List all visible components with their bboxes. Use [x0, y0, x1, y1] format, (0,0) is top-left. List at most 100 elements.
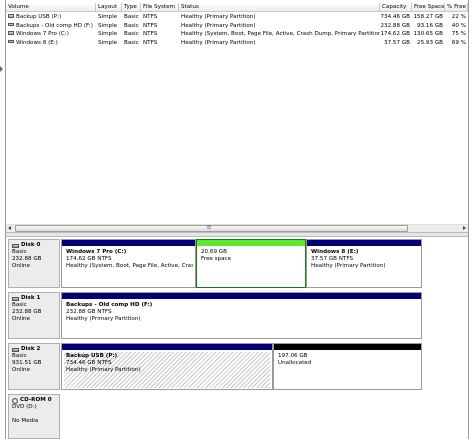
disk-name: Disk 2 [21, 346, 41, 352]
partition-name: Windows 7 Pro (C:) [66, 249, 127, 255]
column-header-volume[interactable]: Volume [6, 3, 96, 12]
partition-size: 37.57 GB NTFS [311, 256, 354, 262]
volume-status: Healthy (Primary Partition) [181, 22, 256, 29]
volume-layout: Simple [98, 39, 118, 46]
table-row[interactable]: Backup USB (P:) Simple Basic NTFS Health… [6, 13, 468, 22]
partition-bar [62, 344, 272, 350]
partition-status: Healthy (System, Boot, Page File, Active… [66, 263, 193, 269]
volume-name: Windows 7 Pro (C:) [16, 31, 69, 37]
volume-fs: NTFS [143, 22, 158, 29]
table-row[interactable]: Windows 8 (E:) Simple Basic NTFS Healthy… [6, 39, 468, 48]
drive-icon [8, 39, 14, 44]
column-header-file-system[interactable]: File System [141, 3, 179, 12]
volume-layout: Simple [98, 22, 118, 29]
partition-bar [197, 240, 305, 246]
volume-layout: Simple [98, 14, 118, 20]
disk-1-label[interactable]: Disk 1 Basic 232.88 GB Online [8, 292, 60, 339]
scroll-left-icon[interactable] [6, 225, 14, 232]
column-header-type[interactable]: Type [122, 3, 141, 12]
volume-type: Basic [124, 14, 139, 20]
partition-status: Healthy (Primary Partition) [311, 263, 386, 269]
cd-icon [12, 397, 18, 404]
volume-list-header: Volume Layout Type File System Status Ca… [6, 3, 468, 12]
disk-2-label[interactable]: Disk 2 Basic 931.51 GB Online [8, 343, 60, 390]
volume-type: Basic [124, 22, 139, 29]
column-header-capacity[interactable]: Capacity [380, 3, 412, 12]
partition-windows-7-pro[interactable]: Windows 7 Pro (C:) 174.62 GB NTFS Health… [61, 239, 196, 288]
partition-free-space[interactable]: 20.69 GB Free space [196, 239, 306, 288]
disk-graphical-view: Disk 0 Basic 232.88 GB Online Windows 7 … [6, 237, 468, 439]
disk-status: Online [12, 367, 31, 373]
scrollbar-thumb[interactable] [15, 223, 408, 232]
disk-size: 232.88 GB [12, 256, 42, 262]
disk-status: No Media [12, 418, 39, 424]
partition-status: Free space [201, 256, 232, 262]
disk-icon [12, 347, 19, 352]
drive-icon [8, 31, 14, 35]
volume-free-space: 130.65 GB [413, 31, 443, 37]
volume-free-space: 158.27 GB [413, 14, 443, 20]
disk-status: Online [12, 263, 31, 269]
drive-icon [8, 22, 14, 27]
partition-bar [274, 344, 421, 350]
cdrom-0-label[interactable]: CD-ROM 0 DVD (D:) No Media [8, 394, 60, 439]
partition-size: 734.46 GB NTFS [66, 360, 112, 366]
partition-bar [62, 240, 195, 246]
volume-percent-free: 69 % [451, 39, 466, 46]
partition-status: Unallocated [278, 360, 312, 366]
disk-type: Basic [12, 249, 27, 255]
volume-capacity: 232.88 GB [380, 22, 410, 29]
volume-free-space: 93.16 GB [417, 22, 443, 29]
volume-name: Backups - Old comp HD (F:) [16, 22, 93, 29]
disk-size: 232.88 GB [12, 309, 42, 315]
partition-name: Backup USB (P:) [66, 353, 118, 359]
column-header-percent-free[interactable]: % Free [445, 3, 468, 12]
partition-size: 174.62 GB NTFS [66, 256, 112, 262]
horizontal-scrollbar[interactable] [6, 223, 468, 232]
table-row[interactable]: Windows 7 Pro (C:) Simple Basic NTFS Hea… [6, 30, 468, 39]
volume-fs: NTFS [143, 14, 158, 20]
partition-backups-old-comp-hd[interactable]: Backups - Old comp HD (F:) 232.88 GB NTF… [61, 292, 422, 339]
disk-name: Disk 0 [21, 242, 41, 248]
partition-windows-8[interactable]: Windows 8 (E:) 37.57 GB NTFS Healthy (Pr… [306, 239, 422, 288]
volume-percent-free: 75 % [451, 31, 466, 37]
volume-fs: NTFS [143, 31, 158, 37]
partition-status: Healthy (Primary Partition) [66, 316, 141, 322]
collapse-arrow-icon[interactable] [0, 63, 5, 75]
disk-name: Disk 1 [21, 295, 41, 301]
disk-size: 931.51 GB [12, 360, 42, 366]
partition-bar [307, 240, 421, 246]
column-header-layout[interactable]: Layout [96, 3, 122, 12]
table-row[interactable]: Backups - Old comp HD (F:) Simple Basic … [6, 22, 468, 31]
volume-name: Backup USB (P:) [16, 14, 62, 20]
disk-0-label[interactable]: Disk 0 Basic 232.88 GB Online [8, 239, 60, 288]
partition-status: Healthy (Primary Partition) [66, 367, 141, 373]
volume-percent-free: 22 % [451, 14, 466, 20]
column-header-free-space[interactable]: Free Space [412, 3, 445, 12]
disk-status: Online [12, 316, 31, 322]
disk-icon [12, 243, 19, 248]
volume-status: Healthy (Primary Partition) [181, 39, 256, 46]
disk-icon [12, 296, 19, 301]
partition-name: Windows 8 (E:) [311, 249, 359, 255]
partition-size: 20.69 GB [201, 249, 227, 255]
volume-status: Healthy (Primary Partition) [181, 14, 256, 20]
volume-free-space: 25.93 GB [417, 39, 443, 46]
volume-capacity: 174.62 GB [380, 31, 410, 37]
partition-size: 232.88 GB NTFS [66, 309, 112, 315]
column-header-status[interactable]: Status [179, 3, 380, 12]
partition-size: 197.06 GB [278, 353, 308, 359]
drive-icon [8, 14, 14, 18]
volume-status: Healthy (System, Boot, Page File, Active… [181, 31, 380, 37]
volume-capacity: 734.46 GB [380, 14, 410, 20]
scroll-right-icon[interactable] [460, 225, 468, 232]
volume-percent-free: 40 % [451, 22, 466, 29]
volume-type: Basic [124, 39, 139, 46]
volume-fs: NTFS [143, 39, 158, 46]
volume-name: Windows 8 (E:) [16, 39, 58, 46]
volume-type: Basic [124, 31, 139, 37]
partition-backup-usb[interactable]: Backup USB (P:) 734.46 GB NTFS Healthy (… [61, 343, 273, 390]
partition-unallocated[interactable]: 197.06 GB Unallocated [273, 343, 422, 390]
disk-type: Basic [12, 353, 27, 359]
volume-layout: Simple [98, 31, 118, 37]
